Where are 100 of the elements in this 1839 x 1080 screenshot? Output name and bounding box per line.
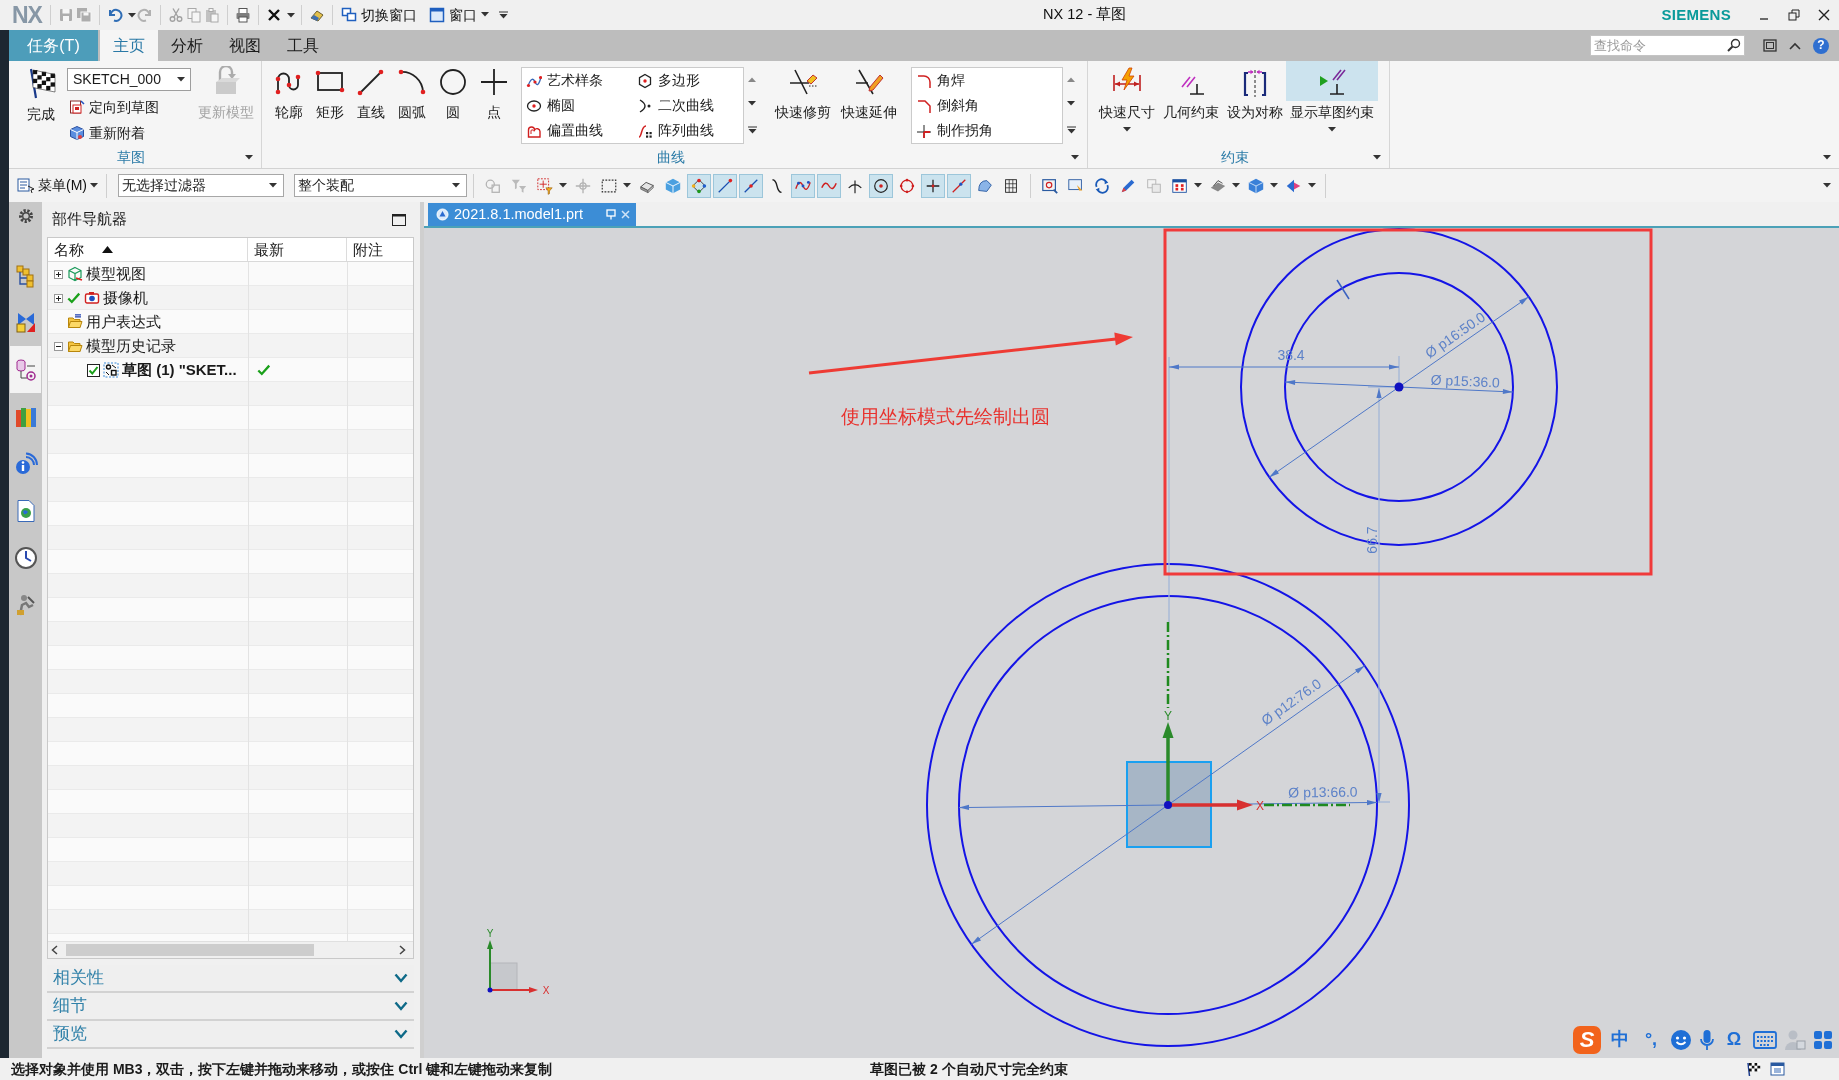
close-icon[interactable] (1818, 9, 1830, 21)
collapse-ribbon-icon[interactable] (1789, 41, 1801, 50)
caret-icon[interactable] (127, 12, 136, 18)
caret-icon[interactable] (1373, 154, 1381, 160)
chevron-down-icon[interactable] (394, 1001, 408, 1011)
edit-tool-button[interactable]: 快速修剪 (774, 61, 832, 146)
grid-menu-icon[interactable] (1813, 1030, 1833, 1050)
more-icon[interactable] (747, 126, 757, 135)
checkbox[interactable] (87, 363, 100, 377)
sketch-command-button[interactable]: 定向到草图 (67, 97, 191, 117)
curve-tool-button[interactable]: 圆弧 (391, 61, 432, 146)
gallery-item[interactable]: 制作拐角 (916, 118, 1058, 143)
microphone-icon[interactable] (1699, 1029, 1715, 1051)
caret-icon[interactable] (1123, 126, 1131, 132)
gallery-item[interactable]: 二次曲线 (637, 93, 739, 118)
caret-icon[interactable] (1232, 183, 1240, 188)
expand-icon[interactable] (54, 269, 63, 279)
caret-icon[interactable] (1308, 183, 1316, 188)
switch-window-button[interactable]: 切换窗口 (338, 6, 419, 24)
circle-center-icon[interactable] (869, 173, 893, 198)
caret-icon[interactable] (90, 183, 98, 188)
window-frame-icon[interactable] (1763, 39, 1777, 52)
caret-icon[interactable] (1194, 183, 1202, 188)
curve-tool-button[interactable]: 圆 (432, 61, 473, 146)
wave-icon[interactable] (817, 173, 841, 198)
tree-item-label[interactable]: 草图 (1) "SKET... (122, 361, 237, 379)
close-tab-icon[interactable] (621, 210, 630, 219)
caret-icon[interactable] (452, 183, 460, 188)
scroll-down-icon[interactable] (1067, 101, 1075, 107)
gallery-item[interactable]: 阵列曲线 (637, 118, 739, 143)
chevron-down-icon[interactable] (394, 973, 408, 983)
assembly-scope-dropdown[interactable]: 整个装配 (294, 174, 467, 197)
menu-button[interactable]: 菜单(M) (15, 177, 100, 194)
document-tab[interactable]: 2021.8.1.model1.prt (428, 203, 636, 226)
chevron-down-icon[interactable] (394, 1029, 408, 1039)
checkered-flag-icon[interactable] (1746, 1061, 1762, 1077)
more-icon[interactable] (1066, 126, 1076, 135)
caret-icon[interactable] (1328, 126, 1336, 132)
gallery-item[interactable]: 多边形 (637, 68, 739, 93)
constraint-tool-button[interactable]: 几何约束 (1158, 61, 1224, 146)
caret-icon[interactable] (1071, 154, 1079, 160)
window-icon[interactable] (1770, 1062, 1785, 1076)
intersection-icon[interactable] (921, 173, 945, 198)
sketch-command-button[interactable]: 重新附着 (67, 123, 191, 143)
gallery-item[interactable]: 角焊 (916, 68, 1058, 93)
caret-icon[interactable] (1823, 183, 1831, 188)
scroll-right-icon[interactable] (399, 945, 406, 955)
caret-icon[interactable] (177, 77, 185, 82)
caret-icon[interactable] (269, 183, 277, 188)
ribbon-tab[interactable]: 主页 (100, 30, 158, 61)
overflow-caret-icon[interactable] (498, 11, 508, 19)
curve-tool-button[interactable]: 点 (473, 61, 514, 146)
tree-item-label[interactable]: 模型历史记录 (86, 337, 176, 355)
smiley-icon[interactable] (1670, 1029, 1692, 1051)
cylinder-icon[interactable] (10, 346, 41, 393)
gallery-item[interactable]: 倒斜角 (916, 93, 1058, 118)
gallery-item[interactable]: 椭圆 (526, 93, 637, 118)
curve-tool-button[interactable]: 直线 (350, 61, 391, 146)
caret-icon[interactable] (480, 12, 489, 18)
scroll-down-icon[interactable] (748, 101, 756, 107)
ribbon-tab[interactable]: 视图 (216, 30, 274, 61)
expand-icon[interactable] (54, 293, 63, 303)
scrollbar-thumb[interactable] (66, 944, 314, 956)
curve-tool-button[interactable]: 矩形 (309, 61, 350, 146)
center-point-icon[interactable] (1394, 382, 1404, 392)
tree-item-label[interactable]: 摄像机 (103, 289, 148, 307)
collapse-icon[interactable] (54, 341, 63, 351)
window-menu-button[interactable]: 窗口 (426, 6, 491, 24)
dimension-line[interactable] (1376, 387, 1382, 804)
caret-icon[interactable] (1270, 183, 1278, 188)
dimension-line[interactable] (1168, 364, 1400, 370)
caret-icon[interactable] (623, 183, 631, 188)
caret-icon[interactable] (286, 12, 295, 18)
search-field[interactable]: 查找命令 (1590, 35, 1745, 56)
pin-icon[interactable] (606, 209, 616, 220)
scroll-up-icon[interactable] (748, 76, 756, 82)
panel-header[interactable]: 相关性 (47, 965, 414, 993)
ribbon-tab[interactable]: 分析 (158, 30, 216, 61)
caret-icon[interactable] (1823, 154, 1831, 160)
sketch-circle[interactable] (926, 563, 1410, 1047)
restore-icon[interactable] (1788, 9, 1800, 21)
search-icon[interactable] (1727, 38, 1741, 52)
caret-icon[interactable] (245, 154, 253, 160)
tree-item-label[interactable]: 模型视图 (86, 265, 146, 283)
sketch-circle[interactable] (958, 595, 1378, 1015)
scroll-up-icon[interactable] (1067, 76, 1075, 82)
constraint-tool-button[interactable]: 设为对称 (1224, 61, 1286, 146)
help-button[interactable]: ? (1813, 37, 1829, 54)
finish-button[interactable]: 完成 (19, 61, 63, 146)
gallery-item[interactable]: 艺术样条 (526, 68, 637, 93)
settings-icon[interactable] (17, 208, 34, 224)
line-mid-point-icon[interactable] (739, 173, 763, 198)
caret-icon[interactable] (559, 183, 567, 188)
scroll-left-icon[interactable] (51, 945, 58, 955)
sketch-name-dropdown[interactable]: SKETCH_000 (67, 68, 191, 91)
keyboard-icon[interactable] (1753, 1031, 1777, 1049)
tree-item-label[interactable]: 用户表达式 (86, 313, 161, 331)
sort-ascending-icon[interactable] (102, 246, 113, 253)
edit-tool-button[interactable]: 快速延伸 (840, 61, 898, 146)
curve-tool-button[interactable]: 轮廓 (268, 61, 309, 146)
